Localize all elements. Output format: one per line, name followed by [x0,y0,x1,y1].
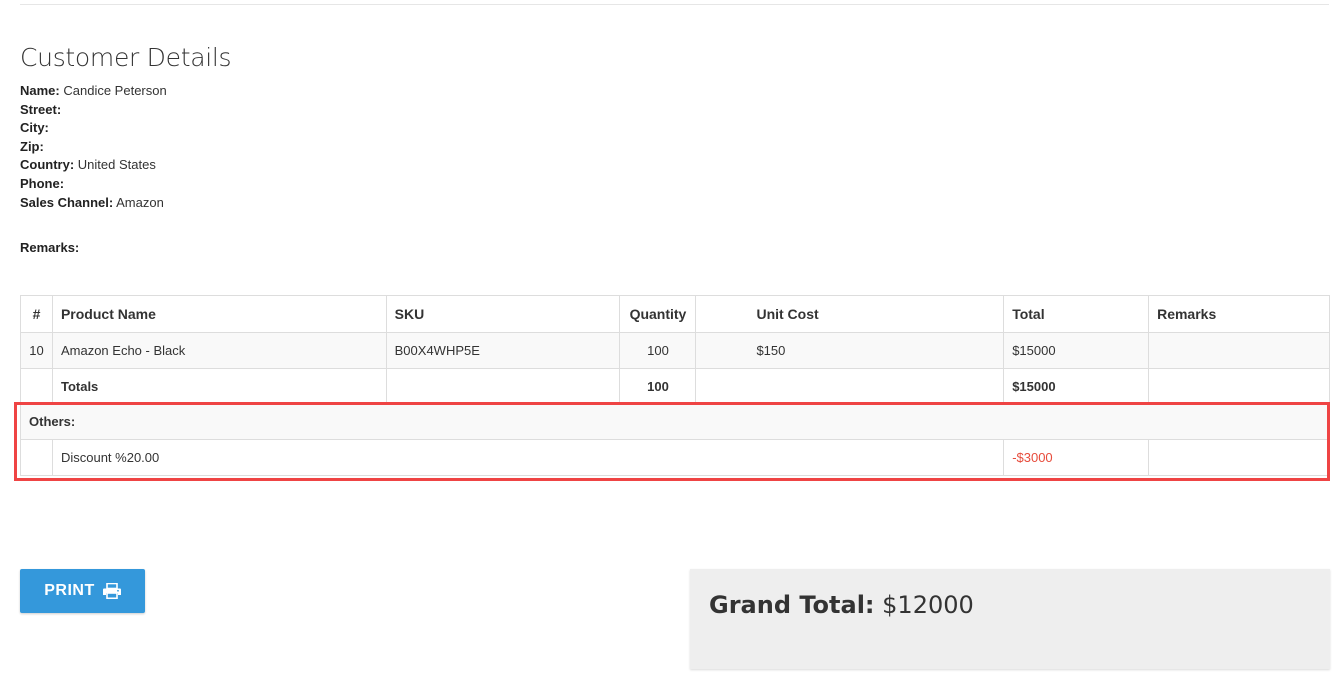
item-product-name: Amazon Echo - Black [51,332,387,369]
col-header-unit-cost: Unit Cost [695,295,1005,333]
totals-empty-cell [1148,368,1330,404]
grand-total-value: $12000 [882,591,974,619]
print-button-label: PRINT [44,582,95,599]
totals-empty-cell [385,368,621,404]
order-items-table: # Product Name SKU Quantity Unit Cost To… [20,295,1330,476]
others-label: Others: [20,403,1330,440]
field-label: City: [20,120,49,136]
item-unit-cost: $150 [695,332,1005,369]
field-label: Street: [20,101,62,117]
totals-empty-cell [695,368,1005,404]
section-title: Customer Details [20,43,232,72]
customer-phone-row: Phone: [20,175,167,194]
customer-country-row: Country: United States [20,156,167,175]
customer-sales-channel-row: Sales Channel: Amazon [20,194,167,213]
col-header-remarks: Remarks [1148,295,1330,333]
totals-empty-cell [20,368,53,404]
item-remarks [1148,332,1330,369]
discount-amount: -$3000 [1003,439,1150,476]
remarks-label: Remarks: [20,240,80,255]
field-label: Country: [20,157,75,173]
customer-details: Name: Candice Peterson Street: City: Zip… [20,82,167,212]
col-header-sku: SKU [385,295,621,333]
customer-street-row: Street: [20,101,167,120]
totals-row: Totals 100 $15000 [20,368,1330,404]
customer-name-row: Name: Candice Peterson [20,82,167,101]
col-header-number: # [20,295,53,333]
discount-empty-cell [1148,439,1330,476]
item-quantity: 100 [619,332,697,369]
print-button[interactable]: PRINT [20,569,145,613]
grand-total-label: Grand Total: [709,591,875,619]
customer-city-row: City: [20,119,167,138]
customer-name-value: Candice Peterson [63,83,167,98]
table-header-row: # Product Name SKU Quantity Unit Cost To… [20,295,1330,333]
col-header-quantity: Quantity [619,295,697,333]
totals-total: $15000 [1003,368,1150,404]
customer-zip-row: Zip: [20,138,167,157]
others-row: Others: [20,403,1330,440]
customer-country-value: United States [77,157,156,173]
grand-total-text: Grand Total: $12000 [709,591,974,619]
item-sku: B00X4WHP5E [385,332,621,369]
customer-sales-channel-value: Amazon [116,194,164,210]
field-label: Phone: [20,175,65,191]
field-label: Zip: [20,138,44,154]
item-total: $15000 [1003,332,1150,369]
field-label: Sales Channel: [20,194,114,210]
top-divider [20,4,1329,5]
discount-label: Discount %20.00 [51,439,1005,476]
discount-empty-cell [20,439,53,476]
totals-quantity: 100 [619,368,697,404]
totals-label: Totals [51,368,387,404]
col-header-total: Total [1003,295,1150,333]
grand-total-panel: Grand Total: $12000 [690,569,1330,669]
field-label: Name: [20,83,60,98]
col-header-product-name: Product Name [51,295,387,333]
discount-row: Discount %20.00 -$3000 [20,439,1330,476]
item-number: 10 [20,332,53,369]
table-row: 10 Amazon Echo - Black B00X4WHP5E 100 $1… [20,332,1330,369]
printer-icon [102,583,121,599]
